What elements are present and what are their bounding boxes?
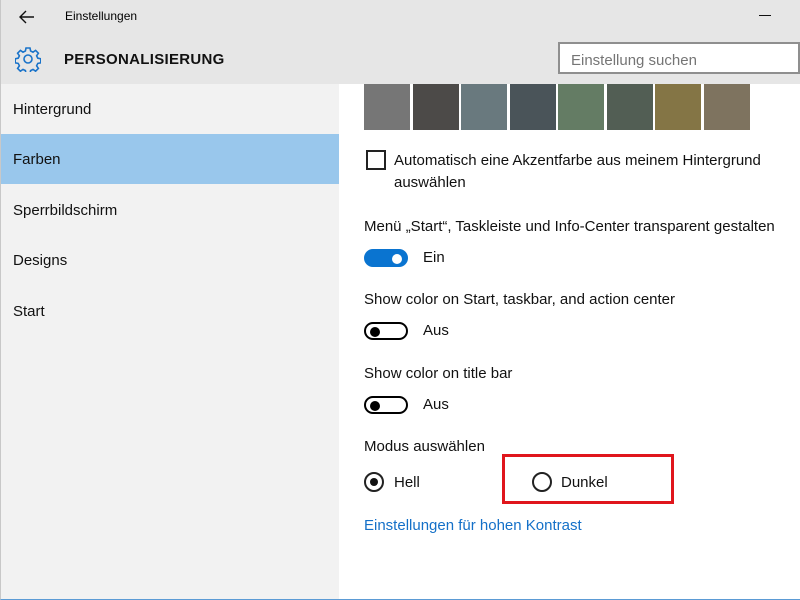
- color-start-label: Show color on Start, taskbar, and action…: [364, 291, 676, 308]
- search-input[interactable]: [558, 42, 800, 74]
- mode-light-radio[interactable]: [364, 472, 384, 492]
- page-header: PERSONALISIERUNG: [1, 34, 800, 84]
- sidebar-item-label: Farben: [13, 151, 61, 168]
- sidebar-item-farben[interactable]: Farben: [1, 134, 339, 184]
- color-swatch[interactable]: [606, 84, 653, 130]
- sidebar-item-sperrbildschirm[interactable]: Sperrbildschirm: [1, 185, 339, 235]
- sidebar-item-label: Start: [13, 303, 45, 320]
- title-bar: Einstellungen: [1, 0, 800, 34]
- settings-window: Einstellungen PERSONALISIERUNG Hintergru…: [0, 0, 800, 600]
- sidebar-item-label: Hintergrund: [13, 101, 92, 118]
- color-titlebar-label: Show color on title bar: [364, 365, 513, 382]
- toggle-knob: [370, 401, 380, 411]
- content-pane: Automatisch eine Akzentfarbe aus meinem …: [339, 84, 800, 599]
- back-arrow-icon: [19, 10, 34, 24]
- mode-dark-radio[interactable]: [532, 472, 552, 492]
- transparency-state: Ein: [423, 249, 445, 266]
- transparency-label: Menü „Start“, Taskleiste und Info-Center…: [364, 218, 775, 235]
- color-swatch[interactable]: [655, 84, 701, 130]
- mode-label: Modus auswählen: [364, 438, 485, 455]
- sidebar: Hintergrund Farben Sperrbildschirm Desig…: [1, 84, 339, 599]
- color-swatch[interactable]: [461, 84, 507, 130]
- color-start-state: Aus: [423, 322, 449, 339]
- color-swatch[interactable]: [509, 84, 556, 130]
- auto-accent-label: Automatisch eine Akzentfarbe aus meinem …: [394, 152, 761, 191]
- toggle-knob: [392, 254, 402, 264]
- mode-dark-label: Dunkel: [561, 474, 608, 491]
- color-swatch[interactable]: [703, 84, 750, 130]
- sidebar-item-hintergrund[interactable]: Hintergrund: [1, 84, 339, 134]
- toggle-knob: [370, 327, 380, 337]
- color-titlebar-toggle[interactable]: [364, 396, 408, 414]
- accent-color-grid: [364, 84, 754, 130]
- color-swatch[interactable]: [412, 84, 459, 130]
- gear-icon: [15, 47, 41, 72]
- color-swatch[interactable]: [558, 84, 604, 130]
- page-title: PERSONALISIERUNG: [64, 51, 225, 68]
- sidebar-item-label: Designs: [13, 252, 68, 269]
- auto-accent-checkbox[interactable]: [366, 150, 386, 170]
- sidebar-item-designs[interactable]: Designs: [1, 235, 339, 285]
- sidebar-item-start[interactable]: Start: [1, 286, 339, 336]
- color-start-toggle[interactable]: [364, 322, 408, 340]
- transparency-toggle[interactable]: [364, 249, 408, 267]
- color-swatch[interactable]: [364, 84, 410, 130]
- color-titlebar-state: Aus: [423, 396, 449, 413]
- high-contrast-link[interactable]: Einstellungen für hohen Kontrast: [364, 517, 582, 534]
- window-title: Einstellungen: [65, 9, 138, 23]
- sidebar-item-label: Sperrbildschirm: [13, 202, 118, 219]
- back-button[interactable]: [13, 4, 41, 30]
- mode-light-label: Hell: [394, 474, 420, 491]
- minimize-button[interactable]: [751, 0, 781, 30]
